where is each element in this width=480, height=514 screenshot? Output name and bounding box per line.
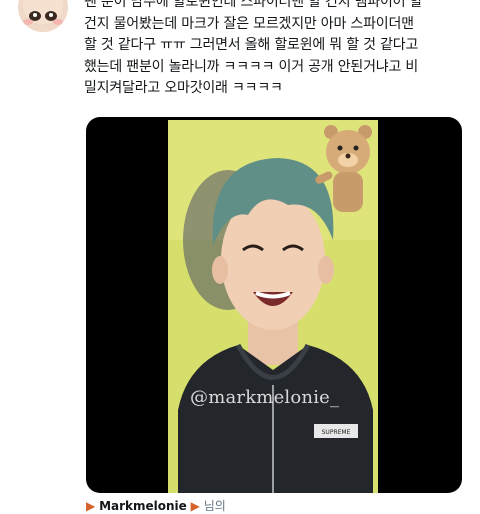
tweet-line: 건지 물어봤는데 마크가 잘은 모르겠지만 아마 스파이더맨	[84, 15, 414, 32]
flag-icon: ▶	[190, 499, 200, 513]
tweet-line: 팬 분이 남주에 할로윈인데 스파이더맨 할 건지 뱀파이어 할	[84, 0, 423, 10]
avatar[interactable]	[18, 0, 68, 32]
quoted-author-suffix: 님의	[203, 499, 226, 513]
quoted-author-name[interactable]: Markmelonie	[99, 499, 187, 513]
video-still: SUPREME	[168, 120, 378, 493]
tweet-video[interactable]: SUPREME @markmelonie_	[86, 117, 462, 493]
tweet-line: 밀지켜달라고 오마갓이래 ㅋㅋㅋㅋ	[84, 80, 283, 96]
tweet-line: 할 것 같다구 ㅠㅠ 그러면서 올해 할로윈에 뭐 할 것 같다고	[84, 37, 419, 53]
video-watermark: @markmelonie_	[190, 387, 340, 408]
baby-face-avatar-icon	[18, 0, 68, 32]
quoted-author[interactable]: ▶ Markmelonie ▶ 님의	[86, 497, 226, 514]
tweet-line: 했는데 팬분이 놀라니까 ㅋㅋㅋㅋ 이거 공개 안된거냐고 비	[84, 58, 419, 75]
tweet-text: 팬 분이 남주에 할로윈인데 스파이더맨 할 건지 뱀파이어 할 건지 물어봤는…	[84, 0, 464, 100]
svg-text:SUPREME: SUPREME	[322, 429, 351, 436]
video-frame[interactable]: SUPREME	[168, 120, 378, 493]
flag-icon: ▶	[86, 499, 96, 513]
